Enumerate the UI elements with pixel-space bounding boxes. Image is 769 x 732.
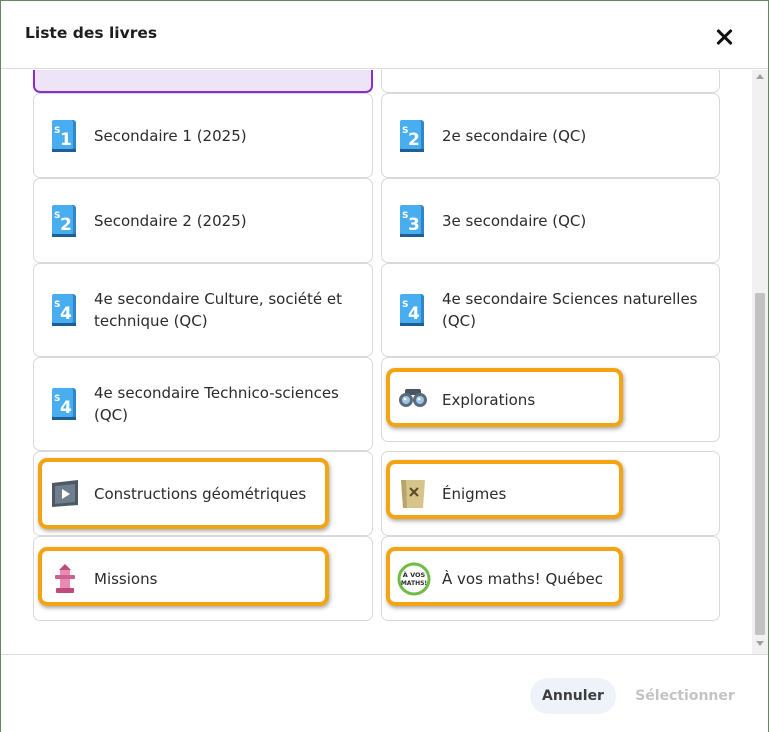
book-s1-icon: S 1 — [52, 120, 76, 152]
dialog-header: Liste des livres — [1, 1, 768, 69]
svg-text:3: 3 — [408, 215, 420, 235]
svg-text:MATHS!: MATHS! — [401, 580, 427, 587]
book-label: 4e secondaire Technico-sciences (QC) — [94, 384, 339, 424]
svg-text:2: 2 — [408, 130, 420, 150]
svg-text:1: 1 — [60, 130, 72, 150]
book-card[interactable]: Énigmes — [381, 451, 720, 536]
book-label: Constructions géométriques — [94, 485, 307, 503]
cancel-button[interactable]: Annuler — [530, 678, 616, 714]
book-label: Missions — [94, 570, 158, 588]
svg-text:4: 4 — [408, 304, 420, 324]
book-s4-icon: S 4 — [400, 294, 424, 326]
book-s2-icon: S 2 — [52, 205, 76, 237]
book-label: Énigmes — [442, 485, 507, 503]
book-label: À vos maths! Québec — [442, 570, 603, 588]
book-label: Explorations — [442, 391, 536, 409]
book-card[interactable]: S 2 2e secondaire (QC) — [381, 93, 720, 178]
binoculars-icon — [399, 389, 427, 407]
book-card[interactable]: S 4 4e secondaire Technico-sciences (QC) — [33, 357, 373, 451]
scrollbar-thumb[interactable] — [755, 293, 765, 635]
video-board-icon — [52, 480, 78, 507]
svg-text:4: 4 — [60, 304, 72, 324]
tower-icon — [55, 564, 75, 593]
book-label: 2e secondaire (QC) — [442, 127, 587, 145]
a-vos-maths-logo-icon: À VOS MATHS! — [397, 562, 431, 596]
book-card-selected[interactable] — [33, 70, 373, 93]
book-card[interactable]: S 4 4e secondaire Sciences naturelles (Q… — [381, 263, 720, 357]
book-s2-icon: S 2 — [400, 120, 424, 152]
book-card[interactable]: Missions — [33, 536, 373, 621]
book-list[interactable]: S 1 Secondaire 1 (2025) S 2 2e secondair… — [1, 70, 768, 654]
dialog-title: Liste des livres — [25, 24, 158, 42]
book-card[interactable]: À VOS MATHS! À vos maths! Québec — [381, 536, 720, 621]
book-card[interactable]: S 2 Secondaire 2 (2025) — [33, 178, 373, 263]
select-button[interactable]: Sélectionner — [629, 678, 741, 714]
book-card[interactable] — [381, 70, 720, 93]
book-list-dialog: Liste des livres S 1 Secondaire 1 (2025)… — [0, 0, 769, 732]
close-icon[interactable] — [710, 23, 738, 51]
book-card[interactable]: S 4 4e secondaire Culture, société et te… — [33, 263, 373, 357]
scroll-down-arrow-icon[interactable] — [756, 641, 764, 646]
book-s4-icon: S 4 — [52, 294, 76, 326]
book-label: Secondaire 2 (2025) — [94, 212, 247, 230]
dialog-footer: Annuler Sélectionner — [1, 654, 768, 732]
scroll-up-arrow-icon[interactable] — [756, 74, 764, 79]
book-card[interactable]: S 3 3e secondaire (QC) — [381, 178, 720, 263]
svg-text:2: 2 — [60, 215, 72, 235]
book-card[interactable]: Explorations — [381, 357, 720, 442]
svg-text:À VOS: À VOS — [403, 570, 426, 579]
book-card[interactable]: Constructions géométriques — [33, 451, 373, 536]
book-s4-icon: S 4 — [52, 388, 76, 420]
book-label: Secondaire 1 (2025) — [94, 127, 247, 145]
book-label: 3e secondaire (QC) — [442, 212, 587, 230]
book-label: 4e secondaire Culture, société et techni… — [94, 290, 342, 330]
treasure-map-icon — [401, 480, 425, 508]
book-card[interactable]: S 1 Secondaire 1 (2025) — [33, 93, 373, 178]
book-s3-icon: S 3 — [400, 205, 424, 237]
book-label: 4e secondaire Sciences naturelles (QC) — [442, 290, 698, 330]
svg-text:4: 4 — [60, 398, 72, 418]
